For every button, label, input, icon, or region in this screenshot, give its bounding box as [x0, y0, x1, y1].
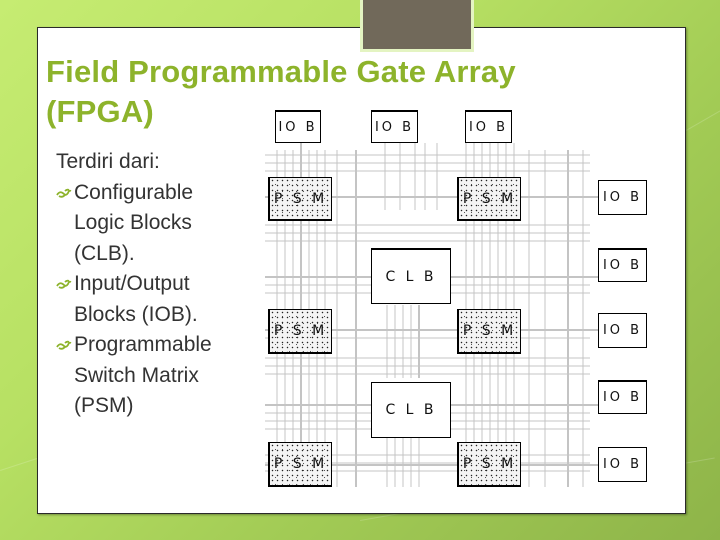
- iob-block: IO B: [371, 110, 418, 143]
- clb-block: C L B: [371, 382, 451, 438]
- iob-block: IO B: [598, 447, 647, 482]
- psm-label: P S M: [462, 456, 517, 472]
- psm-block: P S M: [268, 442, 332, 487]
- iob-block: IO B: [275, 110, 321, 143]
- psm-block: P S M: [457, 177, 521, 221]
- psm-block: P S M: [268, 309, 332, 354]
- psm-label: P S M: [273, 323, 328, 339]
- iob-block: IO B: [598, 180, 647, 215]
- iob-block: IO B: [598, 313, 647, 348]
- iob-block: IO B: [598, 248, 647, 282]
- psm-label: P S M: [462, 323, 517, 339]
- psm-label: P S M: [462, 190, 517, 207]
- psm-block: P S M: [457, 309, 521, 354]
- psm-label: P S M: [273, 456, 328, 472]
- clb-block: C L B: [371, 248, 451, 304]
- psm-block: P S M: [268, 177, 332, 221]
- psm-block: P S M: [457, 442, 521, 487]
- iob-block: IO B: [598, 380, 647, 414]
- iob-block: IO B: [465, 110, 512, 143]
- psm-label: P S M: [273, 190, 328, 207]
- fpga-diagram: IO B IO B IO B P S M P S M P S M P S M P…: [0, 0, 720, 540]
